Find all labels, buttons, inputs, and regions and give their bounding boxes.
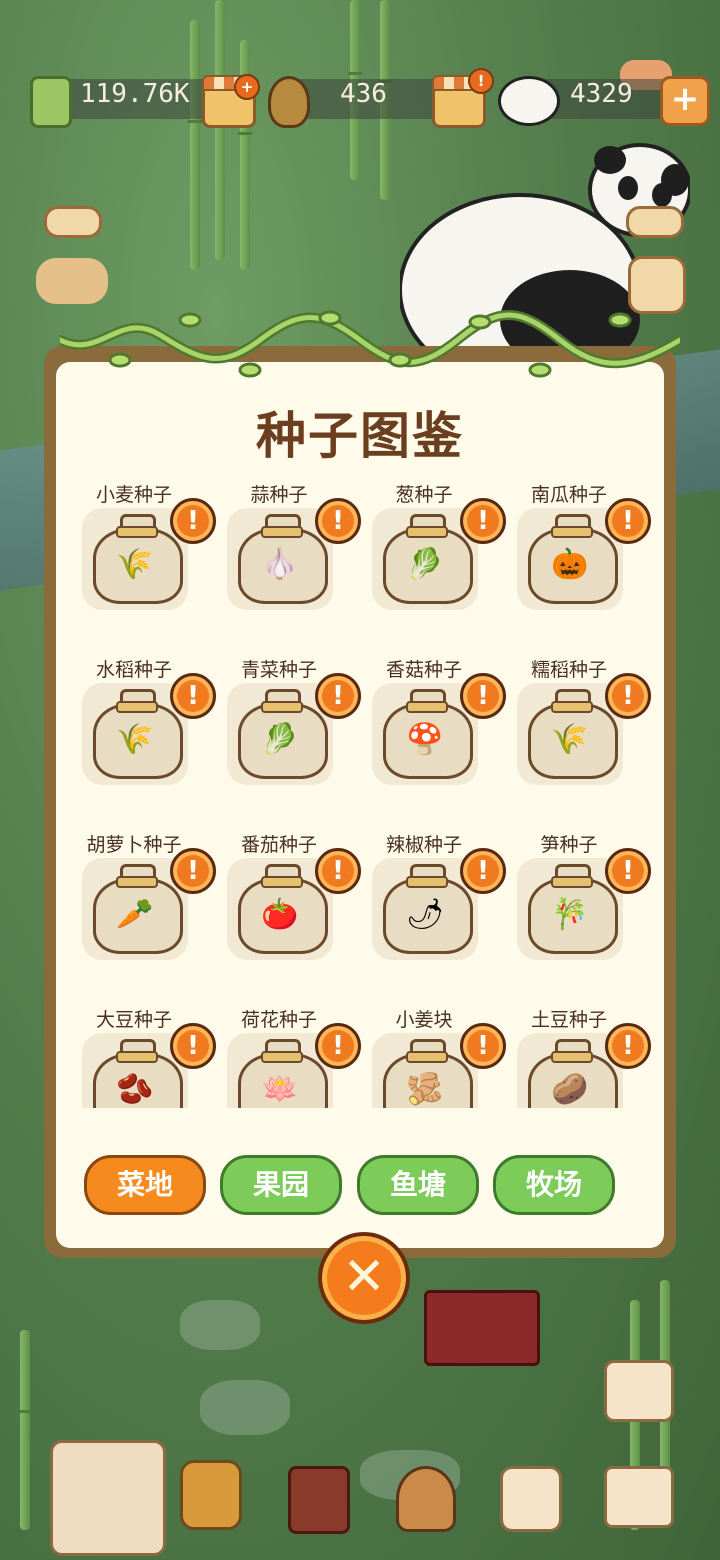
seed-card[interactable]: 荷花种子 🪷! <box>215 1005 361 1108</box>
carrot-icon: 🥕 <box>116 896 154 932</box>
seed-sack-tie <box>261 526 303 538</box>
pumpkin-icon: 🎃 <box>551 546 589 582</box>
collapse-arrow-button-right[interactable] <box>626 206 684 238</box>
mushroom-house-icon[interactable] <box>396 1466 456 1532</box>
seed-sack-tie <box>406 701 448 713</box>
seed-card[interactable]: 小麦种子 🌾! <box>70 480 216 620</box>
shoot-amount: 436 <box>340 79 387 109</box>
seed-card[interactable]: 水稻种子 🌾! <box>70 655 216 795</box>
tab-fish-pond[interactable]: 鱼塘 <box>357 1155 479 1215</box>
tab-vegetable-field[interactable]: 菜地 <box>84 1155 206 1215</box>
new-alert-badge: ! <box>605 1023 651 1069</box>
task-note-icon[interactable] <box>604 1360 674 1422</box>
seed-card[interactable]: 青菜种子 🥬! <box>215 655 361 795</box>
new-alert-badge: ! <box>315 1023 361 1069</box>
alert-badge: ! <box>468 68 494 94</box>
new-alert-badge: ! <box>605 498 651 544</box>
lotus-icon: 🪷 <box>261 1071 299 1107</box>
resource-bar: 119.76K + 436 ! 4329 + <box>30 68 710 128</box>
panda-face-icon <box>498 76 560 126</box>
seed-sack-tie <box>406 876 448 888</box>
new-alert-badge: ! <box>605 848 651 894</box>
add-resource-button[interactable]: + <box>660 76 710 126</box>
new-alert-badge: ! <box>460 848 506 894</box>
bamboo-icon <box>30 76 72 128</box>
seed-sack-tie <box>261 876 303 888</box>
seed-card[interactable]: 南瓜种子 🎃! <box>505 480 651 620</box>
glutinous-rice-icon: 🌾 <box>551 721 589 757</box>
seed-sack-tie <box>261 1051 303 1063</box>
seed-sack-tie <box>551 701 593 713</box>
seed-card[interactable]: 土豆种子 🥔! <box>505 1005 651 1108</box>
menu-book-icon[interactable] <box>288 1466 350 1534</box>
tab-orchard[interactable]: 果园 <box>220 1155 342 1215</box>
panda-tag-icon[interactable] <box>500 1466 562 1532</box>
seed-card[interactable]: 蒜种子 🧄! <box>215 480 361 620</box>
seed-sack-tie <box>551 1051 593 1063</box>
new-alert-badge: ! <box>170 673 216 719</box>
seed-sack-tie <box>116 1051 158 1063</box>
seed-sack-tie <box>551 526 593 538</box>
close-button[interactable]: ✕ <box>318 1232 410 1324</box>
seed-card[interactable]: 番茄种子 🍅! <box>215 830 361 970</box>
category-tabs: 菜地 果园 鱼塘 牧场 <box>0 1155 720 1215</box>
chili-icon: 🌶 <box>405 896 445 932</box>
seed-sack-tie <box>406 526 448 538</box>
tomato-icon: 🍅 <box>261 896 299 932</box>
seed-card[interactable]: 葱种子 🥬! <box>360 480 506 620</box>
bamboo-shoot-icon <box>268 76 310 128</box>
desk-prop <box>424 1290 540 1366</box>
tab-ranch[interactable]: 牧场 <box>493 1155 615 1215</box>
seed-sack-tie <box>116 701 158 713</box>
seed-sack-tie <box>551 876 593 888</box>
bamboo-shoot-icon: 🎋 <box>551 896 589 932</box>
new-alert-badge: ! <box>460 1023 506 1069</box>
new-alert-badge: ! <box>170 1023 216 1069</box>
seed-sack-tie <box>116 526 158 538</box>
plus-badge: + <box>234 74 260 100</box>
paint-bucket-icon[interactable] <box>180 1460 242 1530</box>
seed-card[interactable]: 大豆种子 🫘! <box>70 1005 216 1108</box>
soybean-icon: 🫘 <box>116 1071 154 1107</box>
seed-card[interactable]: 香菇种子 🍄! <box>360 655 506 795</box>
new-alert-badge: ! <box>460 498 506 544</box>
scallion-icon: 🥬 <box>406 546 444 582</box>
new-alert-badge: ! <box>460 673 506 719</box>
panda-box-icon[interactable] <box>604 1466 674 1528</box>
collapse-arrow-button[interactable] <box>44 206 102 238</box>
new-alert-badge: ! <box>315 673 361 719</box>
new-alert-badge: ! <box>315 848 361 894</box>
bamboo-stalk <box>18 1330 32 1530</box>
seed-card[interactable]: 辣椒种子 🌶! <box>360 830 506 970</box>
new-alert-badge: ! <box>170 498 216 544</box>
rice-icon: 🌾 <box>116 721 154 757</box>
new-alert-badge: ! <box>170 848 216 894</box>
vine-decoration <box>60 310 680 378</box>
bamboo-amount: 119.76K <box>80 79 190 109</box>
garlic-icon: 🧄 <box>261 546 299 582</box>
animal-friends-icon[interactable] <box>36 258 108 304</box>
potato-icon: 🥔 <box>551 1071 589 1107</box>
seed-sack-tie <box>406 1051 448 1063</box>
stepping-stone <box>180 1300 260 1350</box>
greens-icon: 🥬 <box>261 721 299 757</box>
ginger-icon: 🫚 <box>406 1071 444 1107</box>
bamboo-stalk <box>213 0 227 260</box>
new-alert-badge: ! <box>315 498 361 544</box>
seed-sack-tie <box>116 876 158 888</box>
seed-card[interactable]: 笋种子 🎋! <box>505 830 651 970</box>
dialog-title: 种子图鉴 <box>256 407 464 465</box>
panda-amount: 4329 <box>570 79 633 109</box>
seed-card[interactable]: 胡萝卜种子 🥕! <box>70 830 216 970</box>
seed-card[interactable]: 小姜块 🫚! <box>360 1005 506 1108</box>
new-alert-badge: ! <box>605 673 651 719</box>
wheat-icon: 🌾 <box>116 546 154 582</box>
map-sack-icon[interactable] <box>50 1440 166 1556</box>
seed-sack-tie <box>261 701 303 713</box>
mushroom-icon: 🍄 <box>406 721 444 757</box>
stepping-stone <box>200 1380 290 1435</box>
bamboo-stalk <box>188 20 202 270</box>
seed-card[interactable]: 糯稻种子 🌾! <box>505 655 651 795</box>
seed-grid: 小麦种子 🌾! 蒜种子 🧄! 葱种子 🥬! 南瓜种子 🎃! 水稻种子 🌾! 青菜种子 🥬! 香菇种子 🍄!… <box>70 480 660 1108</box>
